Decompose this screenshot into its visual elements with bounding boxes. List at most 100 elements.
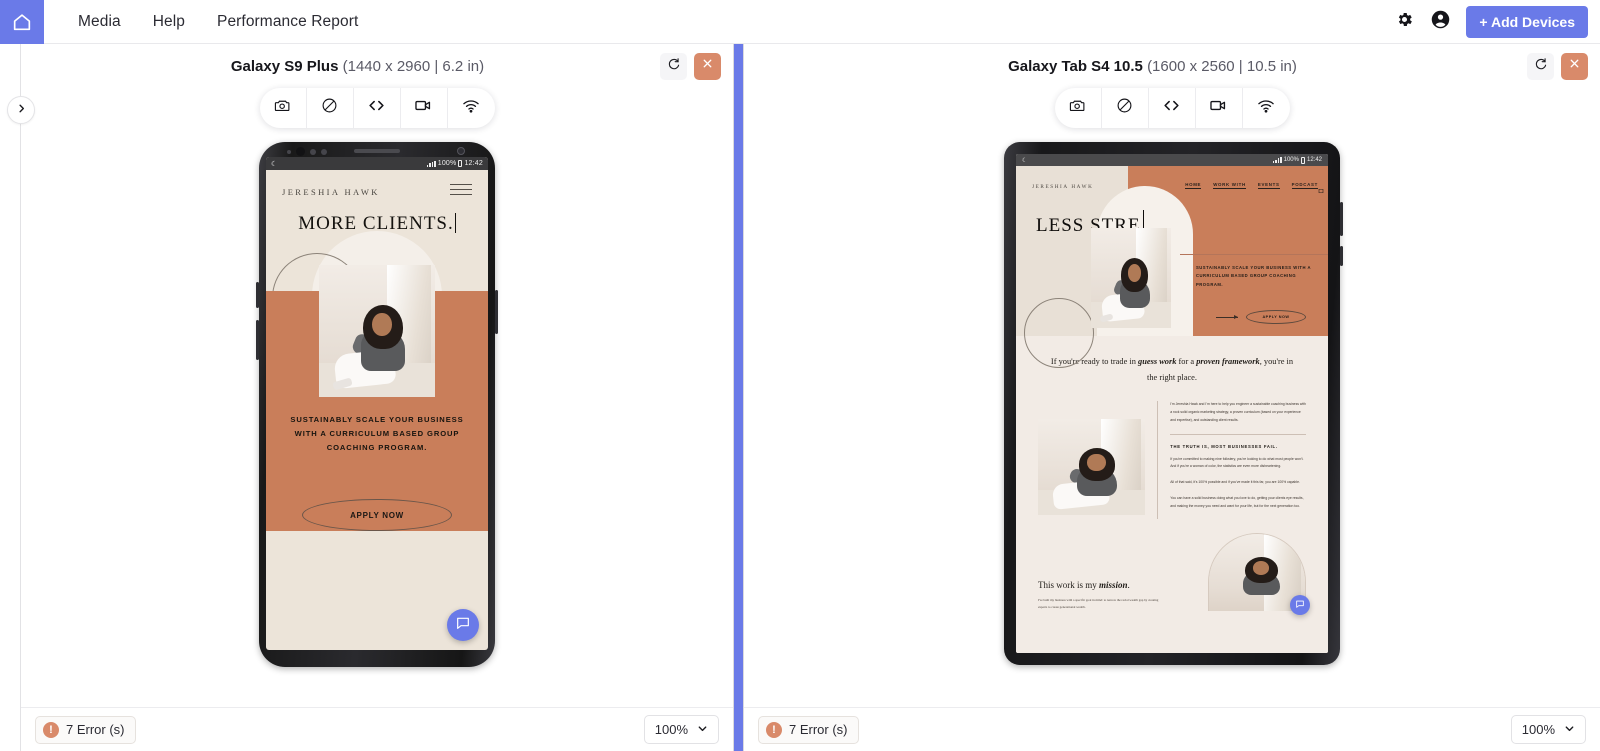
chat-bubble-button[interactable] [1290, 595, 1310, 615]
zoom-level-label: 100% [1521, 722, 1555, 737]
phone-volume-down [256, 320, 259, 360]
record-button[interactable] [401, 88, 448, 128]
bio-photo [1038, 419, 1146, 516]
status-time: 12:42 [1306, 157, 1322, 163]
home-button[interactable] [0, 0, 44, 44]
hamburger-menu-icon[interactable] [450, 184, 472, 199]
rotate-button[interactable] [307, 88, 354, 128]
settings-button[interactable] [1386, 4, 1422, 40]
camera-icon [1069, 97, 1086, 119]
bio-two-column: I'm Jereshia Hawk and I'm here to help y… [1038, 401, 1306, 519]
status-left-icon: ☾ [1022, 157, 1028, 164]
code-brackets-icon [367, 96, 386, 120]
device-specs: (1600 x 2560 | 10.5 in) [1147, 57, 1297, 75]
mission-paragraph: I've built my business with a specific g… [1038, 597, 1159, 609]
status-left-icon: ☾ [271, 160, 278, 168]
phone-iris-scanner [457, 147, 465, 155]
apply-now-button[interactable]: APPLY NOW [302, 499, 452, 532]
nav-podcast[interactable]: PODCAST [1291, 182, 1318, 189]
hero-photo [1090, 228, 1171, 328]
error-count-chip[interactable]: ! 7 Error (s) [35, 715, 136, 744]
error-count-label: 7 Error (s) [66, 722, 125, 737]
battery-icon [458, 160, 463, 167]
cta-button-wrap: APPLY NOW [280, 499, 474, 532]
sidebar-expand-button[interactable] [7, 96, 35, 124]
device-toolbar-wrap [744, 88, 1600, 128]
add-devices-button[interactable]: + Add Devices [1466, 5, 1588, 38]
account-circle-icon [1430, 9, 1451, 35]
hero-headline: MORE CLIENTS. [266, 209, 488, 235]
mission-row: This work is my mission. I've built my b… [1038, 532, 1306, 615]
tablet-stage: ☾ 100% 12:42 JERESHIA HAWK HOME WORK WIT… [744, 128, 1600, 707]
zoom-select[interactable]: 100% [1510, 715, 1586, 744]
network-button[interactable] [448, 88, 495, 128]
arrow-right-icon [1215, 314, 1238, 319]
close-icon [1568, 57, 1581, 75]
chat-bubble-button[interactable] [447, 609, 479, 641]
gear-icon [1395, 10, 1414, 34]
nav-link-performance-report[interactable]: Performance Report [201, 13, 374, 31]
video-camera-icon [414, 96, 433, 120]
battery-percent: 100% [1283, 157, 1299, 163]
device-title: Galaxy S9 Plus (1440 x 2960 | 6.2 in) [21, 58, 660, 75]
dev-tools-button[interactable] [1149, 88, 1196, 128]
screenshot-button[interactable] [1055, 88, 1102, 128]
main-nav-links: Media Help Performance Report [62, 13, 374, 31]
phone-screen[interactable]: ☾ 100% 12:42 JERESHIA HAWK MORE CLIENTS.… [266, 157, 488, 650]
screenshot-button[interactable] [260, 88, 307, 128]
chevron-down-icon [1564, 722, 1575, 737]
apply-now-button[interactable]: APPLY NOW [1245, 310, 1306, 324]
top-navigation-bar: Media Help Performance Report + Add Devi… [0, 0, 1600, 44]
pane-header: Galaxy S9 Plus (1440 x 2960 | 6.2 in) [21, 44, 733, 88]
device-pane-galaxy-tab-s4: Galaxy Tab S4 10.5 (1600 x 2560 | 10.5 i… [744, 44, 1600, 751]
refresh-button[interactable] [1527, 52, 1554, 80]
home-icon [11, 11, 33, 33]
refresh-icon [1534, 57, 1548, 76]
zoom-level-label: 100% [654, 722, 688, 737]
device-pane-galaxy-s9-plus: Galaxy S9 Plus (1440 x 2960 | 6.2 in) ☾ … [21, 44, 733, 751]
phone-power-button [495, 290, 498, 334]
tablet-device-frame: ☾ 100% 12:42 JERESHIA HAWK HOME WORK WIT… [1004, 142, 1343, 665]
nav-link-media[interactable]: Media [62, 13, 137, 31]
wifi-icon [462, 97, 480, 120]
zoom-select[interactable]: 100% [643, 715, 719, 744]
hero-divider-rule [1179, 254, 1328, 255]
site-brand: JERESHIA HAWK [1032, 184, 1094, 190]
body-paragraph-1: If you're committed to making nine folks… [1170, 456, 1304, 469]
nav-work-with[interactable]: WORK WITH [1213, 182, 1246, 189]
phone-device-frame: ☾ 100% 12:42 JERESHIA HAWK MORE CLIENTS.… [256, 142, 498, 667]
close-device-button[interactable] [694, 52, 721, 80]
hero-photo [319, 265, 435, 397]
dev-tools-button[interactable] [354, 88, 401, 128]
status-right: 100% 12:42 [426, 160, 483, 167]
mission-emphasis: mission [1099, 579, 1128, 590]
tablet-power-button [1340, 202, 1343, 236]
tablet-screen[interactable]: ☾ 100% 12:42 JERESHIA HAWK HOME WORK WIT… [1016, 154, 1328, 653]
nav-events[interactable]: EVENTS [1257, 182, 1280, 189]
quote-emphasis-2: proven framework [1196, 357, 1260, 366]
body-paragraph-3: You can have a solid business doing what… [1170, 496, 1304, 508]
error-count-chip[interactable]: ! 7 Error (s) [758, 715, 859, 744]
record-button[interactable] [1196, 88, 1243, 128]
refresh-button[interactable] [660, 52, 687, 80]
site-nav: HOME WORK WITH EVENTS PODCAST [1185, 182, 1318, 189]
network-button[interactable] [1243, 88, 1290, 128]
pane-resize-handle[interactable] [733, 44, 744, 751]
cart-icon[interactable] [1318, 181, 1324, 194]
hero-subtext: SUSTAINABLY SCALE YOUR BUSINESS WITH A C… [1195, 265, 1311, 287]
hero-circle-outline [1024, 298, 1094, 368]
chevron-down-icon [697, 722, 708, 737]
rotate-button[interactable] [1102, 88, 1149, 128]
nav-link-help[interactable]: Help [137, 13, 201, 31]
hero-headline-text: MORE CLIENTS. [298, 213, 454, 234]
site-brand: JERESHIA HAWK [282, 186, 380, 197]
close-device-button[interactable] [1561, 52, 1588, 80]
account-button[interactable] [1422, 4, 1458, 40]
pane-header-actions [660, 52, 721, 80]
quote-emphasis-1: guess work [1138, 357, 1177, 366]
device-title: Galaxy Tab S4 10.5 (1600 x 2560 | 10.5 i… [744, 58, 1527, 75]
pane-header-actions [1527, 52, 1588, 80]
battery-percent: 100% [437, 160, 457, 167]
phone-stage: ☾ 100% 12:42 JERESHIA HAWK MORE CLIENTS.… [21, 128, 733, 707]
nav-home[interactable]: HOME [1185, 182, 1202, 189]
